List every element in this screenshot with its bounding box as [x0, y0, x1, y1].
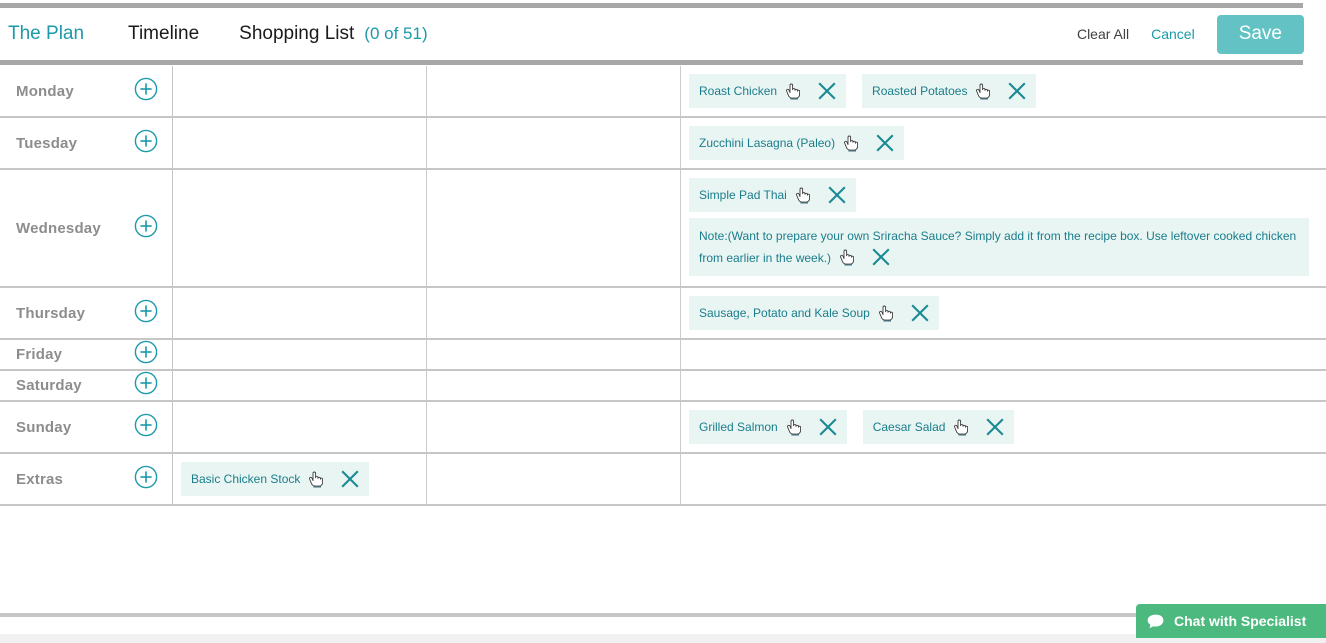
- chat-bubble-icon: [1136, 614, 1174, 629]
- add-meal-button[interactable]: [134, 299, 164, 328]
- day-label: Sunday: [16, 418, 72, 436]
- table-row: Sunday Grilled Salmon Caesar Salad: [0, 401, 1326, 453]
- breakfast-cell[interactable]: [172, 169, 427, 287]
- lunch-cell[interactable]: [426, 339, 681, 370]
- day-label: Tuesday: [16, 134, 78, 152]
- breakfast-cell[interactable]: Basic Chicken Stock: [172, 453, 427, 505]
- breakfast-cell[interactable]: [172, 66, 427, 117]
- meal-chip[interactable]: Caesar Salad: [862, 410, 1015, 444]
- chat-widget-label: Chat with Specialist: [1174, 613, 1307, 629]
- meal-chip[interactable]: Simple Pad Thai: [689, 178, 856, 212]
- dinner-cell[interactable]: Sausage, Potato and Kale Soup: [681, 287, 1326, 339]
- day-label: Extras: [16, 470, 64, 488]
- table-row: Tuesday Zucchini Lasagna (Paleo): [0, 117, 1326, 169]
- day-label: Saturday: [16, 377, 82, 394]
- meal-chip-label: Grilled Salmon: [699, 420, 778, 434]
- save-button[interactable]: Save: [1216, 14, 1304, 54]
- nav-tab-timeline[interactable]: Timeline: [128, 23, 199, 45]
- add-meal-button[interactable]: [134, 413, 164, 442]
- day-cell: Wednesday: [0, 169, 173, 287]
- day-cell: Sunday: [0, 401, 173, 453]
- dinner-cell[interactable]: Grilled Salmon Caesar Salad: [681, 401, 1326, 453]
- page-footer-strip: [0, 634, 1326, 643]
- day-cell: Monday: [0, 66, 173, 117]
- clear-all-button[interactable]: Clear All: [1077, 26, 1129, 42]
- meal-plan-body: Monday Roast Chicken Roasted Potatoes Tuesd…: [0, 66, 1326, 505]
- dinner-chip-row: Roast Chicken Roasted Potatoes: [681, 66, 1326, 116]
- header-actions: Clear All Cancel Save: [1077, 14, 1326, 54]
- header-divider: [0, 60, 1303, 65]
- bottom-divider: [0, 613, 1326, 617]
- meal-chip-label: Basic Chicken Stock: [191, 472, 301, 486]
- table-row: Thursday Sausage, Potato and Kale Soup: [0, 287, 1326, 339]
- meal-chip-label: Caesar Salad: [872, 420, 946, 434]
- lunch-cell[interactable]: [426, 169, 681, 287]
- breakfast-cell[interactable]: [172, 401, 427, 453]
- table-row: Saturday: [0, 370, 1326, 401]
- dinner-cell[interactable]: [681, 370, 1326, 401]
- meal-chip-label: Sausage, Potato and Kale Soup: [699, 306, 870, 320]
- meal-chip[interactable]: Sausage, Potato and Kale Soup: [689, 296, 939, 330]
- day-label: Thursday: [16, 304, 86, 322]
- app-header: The Plan Timeline Shopping List (0 of 51…: [0, 8, 1326, 60]
- breakfast-cell[interactable]: [172, 287, 427, 339]
- dinner-cell[interactable]: Roast Chicken Roasted Potatoes: [681, 66, 1326, 117]
- table-row: Wednesday Simple Pad Thai Note:(Want to pr…: [0, 169, 1326, 287]
- meal-chip-label: Simple Pad Thai: [699, 188, 787, 202]
- day-cell: Thursday: [0, 287, 173, 339]
- dinner-cell[interactable]: Zucchini Lasagna (Paleo): [681, 117, 1326, 169]
- dinner-chip-row: Sausage, Potato and Kale Soup: [681, 288, 1326, 338]
- meal-chip-label: Note:(Want to prepare your own Sriracha …: [699, 229, 1297, 265]
- meal-chip-label: Zucchini Lasagna (Paleo): [699, 136, 836, 150]
- lunch-cell[interactable]: [426, 117, 681, 169]
- lunch-cell[interactable]: [426, 66, 681, 117]
- add-meal-button[interactable]: [134, 214, 164, 243]
- primary-nav: The Plan Timeline Shopping List (0 of 51…: [0, 23, 428, 45]
- dinner-cell[interactable]: [681, 339, 1326, 370]
- lunch-cell[interactable]: [426, 287, 681, 339]
- day-cell: Extras: [0, 453, 173, 505]
- breakfast-cell[interactable]: [172, 117, 427, 169]
- day-label: Wednesday: [16, 219, 101, 237]
- add-meal-button[interactable]: [134, 77, 164, 106]
- breakfast-chip-row: Basic Chicken Stock: [173, 454, 426, 504]
- meal-chip[interactable]: Basic Chicken Stock: [181, 462, 370, 496]
- meal-note-chip[interactable]: Note:(Want to prepare your own Sriracha …: [689, 218, 1309, 276]
- day-cell: Saturday: [0, 370, 173, 401]
- table-row: Monday Roast Chicken Roasted Potatoes: [0, 66, 1326, 117]
- lunch-cell[interactable]: [426, 453, 681, 505]
- shopping-list-count[interactable]: (0 of 51): [364, 24, 427, 44]
- meal-chip[interactable]: Zucchini Lasagna (Paleo): [689, 126, 905, 160]
- dinner-chip-row: Simple Pad Thai Note:(Want to prepare you…: [681, 170, 1326, 286]
- table-row: Extras Basic Chicken Stock: [0, 453, 1326, 505]
- add-meal-button[interactable]: [134, 129, 164, 158]
- lunch-cell[interactable]: [426, 401, 681, 453]
- meal-chip[interactable]: Grilled Salmon: [689, 410, 847, 444]
- dinner-cell[interactable]: Simple Pad Thai Note:(Want to prepare you…: [681, 169, 1326, 287]
- meal-chip-label: Roast Chicken: [699, 84, 778, 98]
- breakfast-cell[interactable]: [172, 339, 427, 370]
- meal-chip[interactable]: Roast Chicken: [689, 74, 847, 108]
- dinner-chip-row: Zucchini Lasagna (Paleo): [681, 118, 1326, 168]
- nav-tab-the-plan[interactable]: The Plan: [8, 23, 84, 45]
- dinner-cell[interactable]: [681, 453, 1326, 505]
- cancel-button[interactable]: Cancel: [1151, 26, 1195, 42]
- add-meal-button[interactable]: [134, 371, 164, 400]
- meal-chip[interactable]: Roasted Potatoes: [862, 74, 1037, 108]
- meal-plan-table: Monday Roast Chicken Roasted Potatoes Tuesd…: [0, 66, 1326, 506]
- day-cell: Friday: [0, 339, 173, 370]
- dinner-chip-row: Grilled Salmon Caesar Salad: [681, 402, 1326, 452]
- meal-chip-label: Roasted Potatoes: [872, 84, 968, 98]
- nav-tab-shopping-list[interactable]: Shopping List: [239, 23, 354, 45]
- add-meal-button[interactable]: [134, 465, 164, 494]
- day-label: Monday: [16, 82, 74, 100]
- day-label: Friday: [16, 346, 63, 363]
- lunch-cell[interactable]: [426, 370, 681, 401]
- breakfast-cell[interactable]: [172, 370, 427, 401]
- chat-with-specialist-widget[interactable]: Chat with Specialist: [1136, 604, 1326, 638]
- add-meal-button[interactable]: [134, 340, 164, 369]
- day-cell: Tuesday: [0, 117, 173, 169]
- table-row: Friday: [0, 339, 1326, 370]
